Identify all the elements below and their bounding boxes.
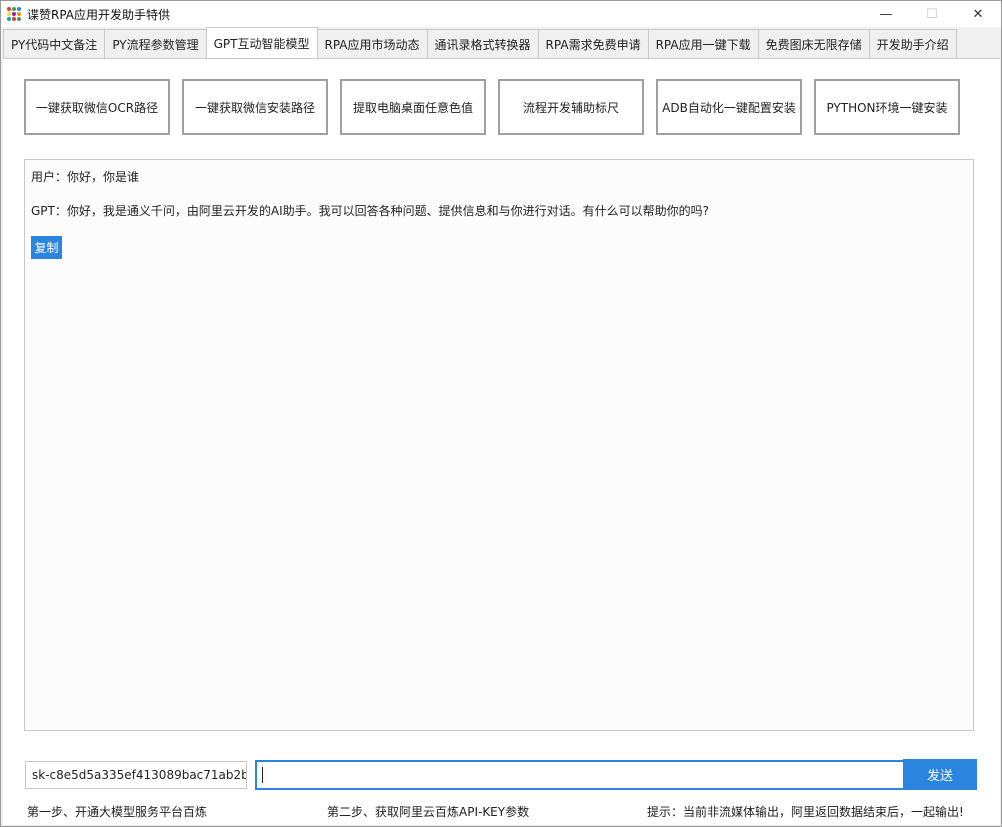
minimize-button[interactable]: —	[863, 1, 909, 27]
tool-button-row: 一键获取微信OCR路径 一键获取微信安装路径 提取电脑桌面任意色值 流程开发辅助…	[24, 79, 972, 135]
text-caret	[262, 767, 263, 783]
tab-rpa-download[interactable]: RPA应用一键下载	[647, 29, 759, 58]
step2-link[interactable]: 第二步、获取阿里云百炼API-KEY参数	[327, 803, 529, 820]
maximize-button[interactable]: ☐	[909, 1, 955, 27]
tab-gpt-model[interactable]: GPT互动智能模型	[205, 27, 318, 58]
python-install-button[interactable]: PYTHON环境一键安装	[814, 79, 960, 135]
gpt-panel: 一键获取微信OCR路径 一键获取微信安装路径 提取电脑桌面任意色值 流程开发辅助…	[3, 59, 1000, 825]
tab-rpa-market[interactable]: RPA应用市场动态	[316, 29, 428, 58]
chat-log[interactable]: 用户：你好，你是谁 GPT：你好，我是通义千问，由阿里云开发的AI助手。我可以回…	[24, 159, 974, 731]
step1-link[interactable]: 第一步、开通大模型服务平台百炼	[27, 803, 207, 820]
ruler-button[interactable]: 流程开发辅助标尺	[498, 79, 644, 135]
app-logo-icon	[7, 7, 21, 21]
api-key-input[interactable]: sk-c8e5d5a335ef413089bac71ab2b5	[25, 761, 247, 789]
message-input[interactable]	[255, 760, 905, 790]
tab-image-hosting[interactable]: 免费图床无限存储	[757, 29, 870, 58]
tab-py-code-notes[interactable]: PY代码中文备注	[3, 29, 106, 58]
hint-text: 提示：当前非流媒体输出，阿里返回数据结束后，一起输出!	[647, 805, 964, 819]
tab-rpa-request[interactable]: RPA需求免费申请	[537, 29, 649, 58]
title-bar: 谍赞RPA应用开发助手特供 — ☐ ✕	[1, 1, 1001, 27]
tab-contacts-converter[interactable]: 通讯录格式转换器	[426, 29, 539, 58]
copy-button[interactable]: 复制	[31, 236, 62, 259]
wechat-install-path-button[interactable]: 一键获取微信安装路径	[182, 79, 328, 135]
window-title: 谍赞RPA应用开发助手特供	[27, 7, 171, 22]
color-picker-button[interactable]: 提取电脑桌面任意色值	[340, 79, 486, 135]
window-controls: — ☐ ✕	[863, 1, 1001, 27]
app-window: 谍赞RPA应用开发助手特供 — ☐ ✕ PY代码中文备注 PY流程参数管理 GP…	[0, 0, 1002, 827]
tab-py-param-manager[interactable]: PY流程参数管理	[104, 29, 207, 58]
close-button[interactable]: ✕	[955, 1, 1001, 27]
tab-about[interactable]: 开发助手介绍	[868, 29, 957, 58]
gpt-message: GPT：你好，我是通义千问，由阿里云开发的AI助手。我可以回答各种问题、提供信息…	[31, 204, 709, 218]
send-button[interactable]: 发送	[903, 759, 977, 790]
adb-setup-button[interactable]: ADB自动化一键配置安装	[656, 79, 802, 135]
wechat-ocr-path-button[interactable]: 一键获取微信OCR路径	[24, 79, 170, 135]
user-message: 用户：你好，你是谁	[31, 170, 140, 184]
tab-bar: PY代码中文备注 PY流程参数管理 GPT互动智能模型 RPA应用市场动态 通讯…	[3, 27, 1000, 59]
